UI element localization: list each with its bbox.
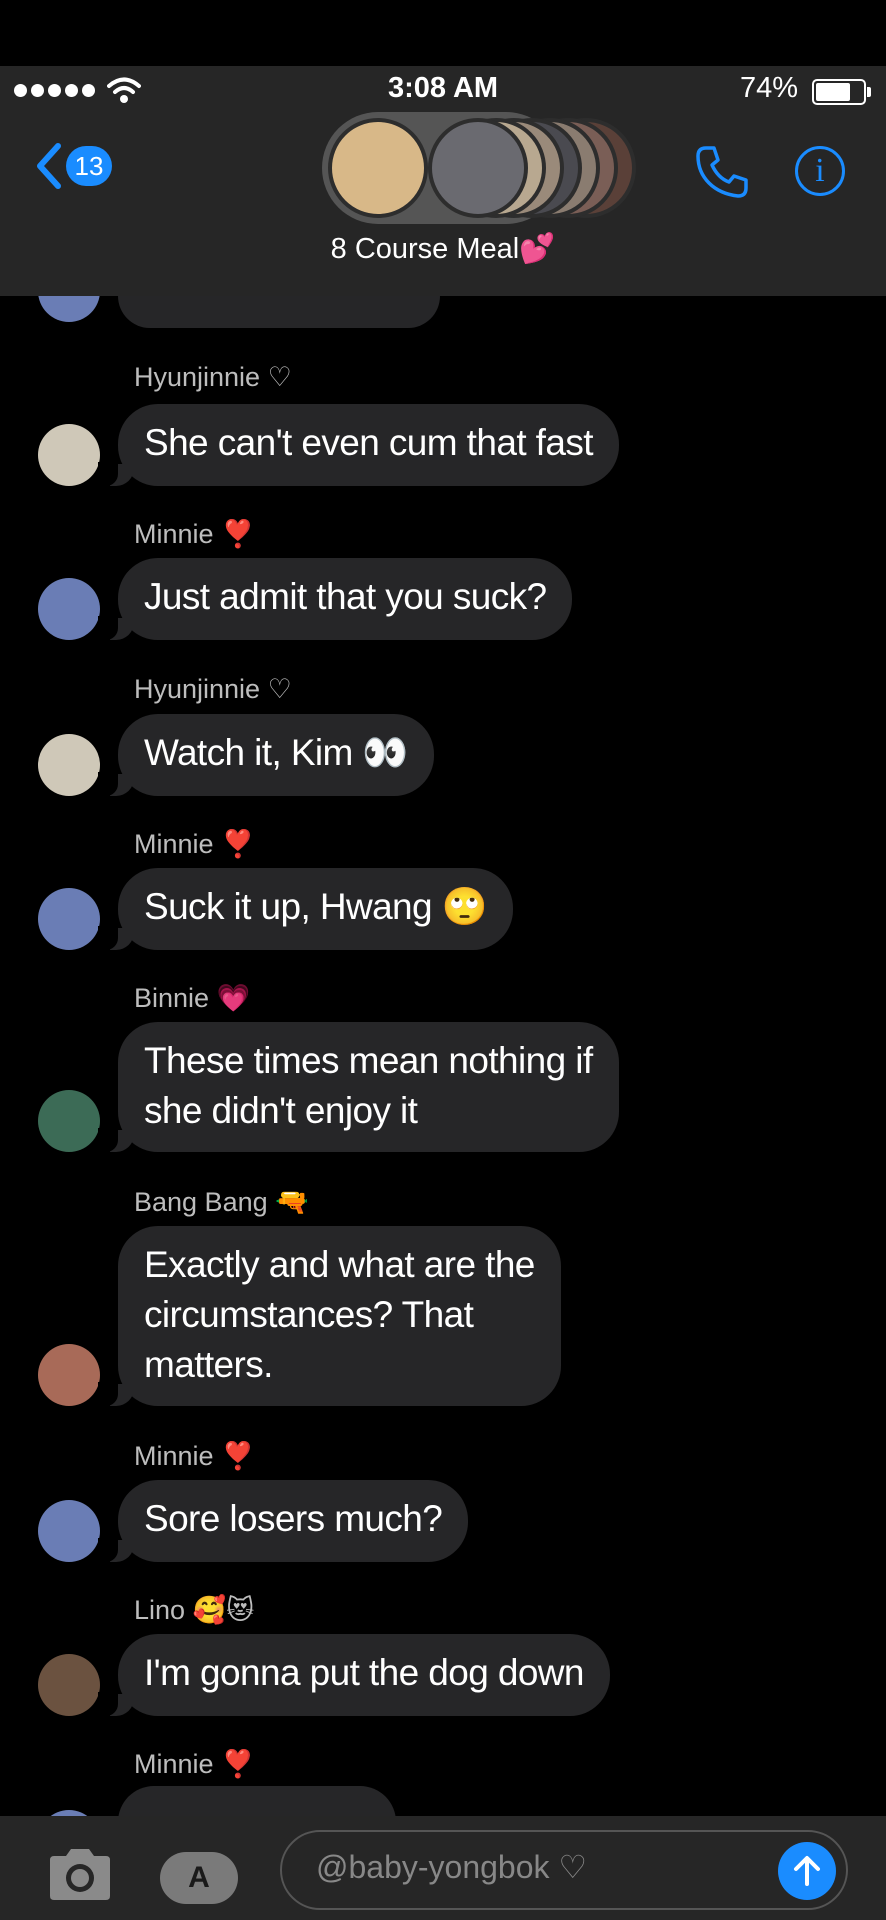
sender-name: Binnie 💗 (134, 983, 251, 1013)
avatar (428, 118, 528, 218)
message-bubble[interactable]: She can't even cum that fast (98, 404, 619, 486)
back-button[interactable]: 13 (34, 142, 112, 190)
avatar (38, 424, 100, 486)
sender-name: Hyunjinnie ♡ (134, 362, 292, 392)
avatar (38, 1344, 100, 1406)
message-bubble[interactable]: I'm gonna put the dog down (98, 1634, 610, 1716)
avatar (38, 1500, 100, 1562)
message-bubble[interactable]: Exactly and what are the circumstances? … (98, 1226, 561, 1406)
avatar (38, 1654, 100, 1716)
sender-name: Minnie ❣️ (134, 519, 255, 549)
avatar (38, 578, 100, 640)
phone-icon[interactable] (694, 144, 750, 200)
message-bubble[interactable]: Sore losers much? (97, 1480, 469, 1562)
avatar (38, 1090, 100, 1152)
info-icon[interactable]: i (795, 146, 845, 196)
sender-name: Minnie ❣️ (134, 1441, 255, 1471)
conversation-header: 3:08 AM 74% 13 8 Course Meal💕 i (0, 66, 886, 296)
group-avatar-stack[interactable] (322, 112, 636, 224)
sender-name: Minnie ❣️ (134, 829, 255, 859)
battery-percent: 74% (739, 72, 798, 104)
message-bubble[interactable]: Watch it, Kim 👀 (98, 714, 434, 796)
sender-name: Hyunjinnie ♡ (134, 674, 292, 704)
avatar (38, 734, 100, 796)
send-arrow-icon (794, 1856, 820, 1886)
status-bar: 3:08 AM 74% (0, 66, 886, 114)
composer-bar: A @baby-yongbok ♡ (0, 1816, 886, 1920)
app-store-icon[interactable]: A (160, 1852, 238, 1904)
sender-name: Bang Bang 🔫 (134, 1187, 309, 1217)
message-input-placeholder: @baby-yongbok ♡ (316, 1849, 588, 1885)
camera-icon[interactable] (46, 1846, 114, 1902)
message-input[interactable]: @baby-yongbok ♡ (280, 1830, 848, 1910)
message-bubble[interactable]: Just admit that you suck? (97, 558, 573, 640)
message-bubble[interactable]: These times mean nothing if she didn't e… (98, 1022, 619, 1152)
unread-count-badge: 13 (66, 146, 112, 186)
back-chevron-icon (37, 143, 61, 189)
send-button[interactable] (778, 1842, 836, 1900)
message-bubble[interactable]: Suck it up, Hwang 🙄 (97, 868, 514, 950)
sender-name: Minnie ❣️ (134, 1749, 255, 1779)
avatar (38, 888, 100, 950)
avatar (328, 118, 428, 218)
sender-name: Lino 🥰😻 (134, 1595, 255, 1625)
battery-icon (812, 79, 871, 105)
group-name[interactable]: 8 Course Meal💕 (0, 232, 886, 266)
